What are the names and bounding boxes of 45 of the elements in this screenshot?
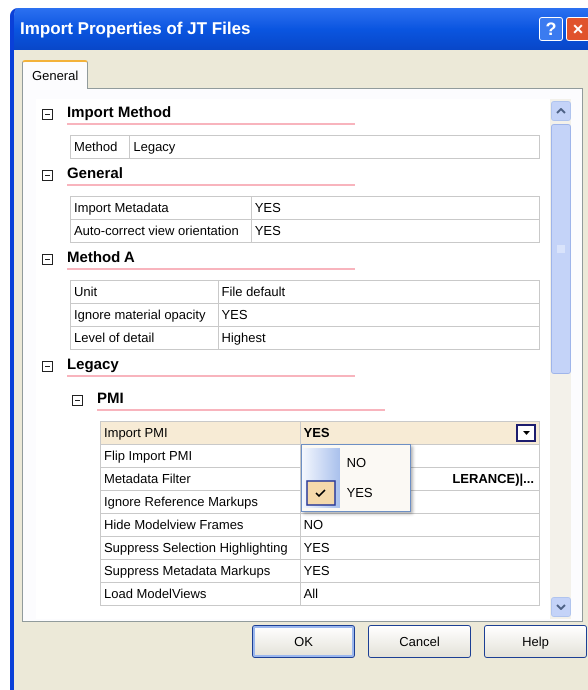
property-value: All — [304, 585, 318, 604]
dialog-button[interactable]: Help — [484, 625, 587, 658]
dialog-button[interactable]: OK — [252, 625, 355, 658]
caret-icon — [522, 431, 530, 435]
property-value: LERANCE)|... — [452, 470, 535, 488]
property-value: YES — [304, 424, 330, 442]
property-label[interactable]: Method — [70, 136, 130, 158]
grip-icon — [556, 245, 564, 253]
property-label[interactable]: Import Metadata — [70, 196, 252, 220]
window-title: Import Properties of JT Files — [20, 18, 252, 40]
scroll-down-icon[interactable] — [556, 604, 566, 610]
section-title: PMI — [97, 389, 124, 409]
checkmark-icon — [306, 480, 336, 506]
scroll-up-icon[interactable] — [556, 108, 566, 114]
property-label[interactable]: Import PMI — [100, 422, 300, 444]
property-value: YES — [254, 222, 281, 240]
dialog-button[interactable]: Cancel — [368, 625, 471, 658]
section-title: Legacy — [67, 355, 119, 375]
property-value: Highest — [222, 329, 266, 348]
collapse-icon[interactable] — [42, 170, 53, 180]
property-value: YES — [304, 562, 330, 580]
property-value: File default — [222, 283, 286, 302]
dropdown-button[interactable] — [516, 424, 536, 442]
section-title: Import Method — [67, 103, 172, 123]
property-label[interactable]: Load ModelViews — [100, 582, 300, 606]
property-value: NO — [304, 516, 324, 534]
dropdown-option[interactable]: NO — [302, 448, 410, 478]
section-title: General — [67, 164, 123, 184]
tab[interactable]: General — [22, 60, 88, 89]
property-value: Legacy — [133, 138, 176, 156]
collapse-icon[interactable] — [42, 108, 53, 120]
property-value: YES — [222, 306, 248, 324]
property-value: YES — [304, 539, 330, 558]
collapse-icon[interactable] — [72, 394, 83, 406]
property-label[interactable]: Level of detail — [70, 326, 218, 350]
close-button[interactable]: × — [566, 17, 588, 41]
property-label[interactable]: Auto-correct view orientation — [70, 220, 252, 242]
collapse-icon[interactable] — [42, 254, 53, 264]
dropdown-option[interactable]: YES — [302, 478, 410, 508]
collapse-icon[interactable] — [42, 360, 53, 372]
property-value: YES — [254, 199, 281, 218]
property-label[interactable]: Unit — [70, 280, 218, 304]
scrollbar[interactable] — [550, 99, 571, 619]
help-button[interactable]: ? — [539, 17, 563, 41]
section-title: Method A — [67, 248, 135, 268]
